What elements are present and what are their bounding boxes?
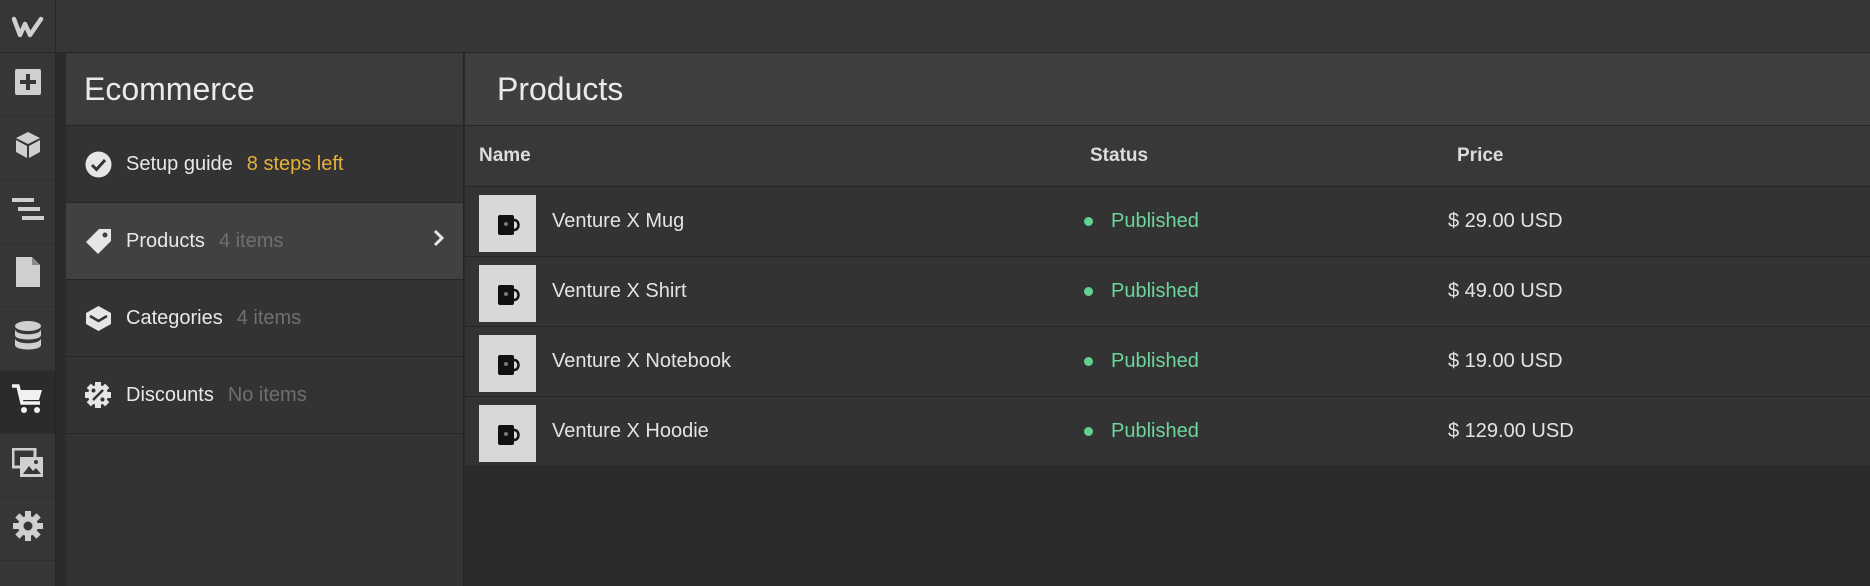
table-row[interactable]: Venture X Notebook Published $ 19.00 USD bbox=[465, 327, 1870, 397]
column-header-name[interactable]: Name bbox=[479, 145, 531, 167]
cms-button[interactable] bbox=[0, 307, 55, 371]
item-count: 4 items bbox=[236, 306, 302, 329]
column-header-price[interactable]: Price bbox=[1457, 145, 1503, 167]
nav-item-label: Categories bbox=[126, 306, 223, 329]
chevron-right-icon bbox=[433, 229, 445, 253]
status-label: Published bbox=[1111, 420, 1199, 442]
cms-database-icon bbox=[14, 320, 42, 357]
product-price: $ 49.00 USD bbox=[1448, 280, 1563, 302]
assets-images-icon bbox=[11, 447, 44, 483]
pages-button[interactable] bbox=[0, 244, 55, 307]
product-price: $ 129.00 USD bbox=[1448, 420, 1574, 442]
products-view: Products Name Status Price Venture X Mug… bbox=[465, 53, 1870, 586]
status-label: Published bbox=[1111, 350, 1199, 372]
mug-image-icon bbox=[497, 354, 520, 375]
discount-badge-icon bbox=[84, 381, 112, 409]
nav-item-label: Discounts bbox=[126, 383, 214, 406]
status-dot bbox=[1084, 287, 1093, 296]
top-bar bbox=[0, 0, 1870, 53]
product-name: Venture X Notebook bbox=[552, 350, 732, 372]
product-name: Venture X Hoodie bbox=[552, 420, 709, 442]
mug-image-icon bbox=[497, 284, 520, 305]
nav-item-label: Products bbox=[126, 229, 205, 252]
status-dot bbox=[1084, 427, 1093, 436]
table-row[interactable]: Venture X Mug Published $ 29.00 USD bbox=[465, 187, 1870, 257]
status-dot bbox=[1084, 357, 1093, 366]
product-thumbnail bbox=[479, 405, 536, 462]
mug-image-icon bbox=[497, 214, 520, 235]
settings-button[interactable] bbox=[0, 498, 55, 561]
steps-left-count: 8 steps left bbox=[246, 152, 344, 175]
mug-image-icon bbox=[497, 424, 520, 445]
status-badge: Published bbox=[1084, 280, 1199, 303]
item-count: 4 items bbox=[218, 229, 284, 252]
left-toolbar bbox=[0, 53, 56, 586]
ecommerce-cart-icon bbox=[11, 383, 45, 420]
box-icon bbox=[13, 130, 43, 165]
product-thumbnail bbox=[479, 335, 536, 392]
assets-button[interactable] bbox=[0, 434, 55, 498]
status-label: Published bbox=[1111, 210, 1199, 232]
nav-item-label: Setup guide bbox=[126, 152, 233, 175]
pages-icon bbox=[15, 256, 41, 293]
product-thumbnail bbox=[479, 195, 536, 252]
page-title: Products bbox=[465, 53, 1870, 126]
product-thumbnail bbox=[479, 265, 536, 322]
check-circle-icon bbox=[84, 150, 112, 178]
table-row[interactable]: Venture X Shirt Published $ 49.00 USD bbox=[465, 257, 1870, 327]
add-icon bbox=[14, 68, 42, 101]
nav-item-setup-guide[interactable]: Setup guide 8 steps left bbox=[66, 126, 463, 203]
status-badge: Published bbox=[1084, 210, 1199, 233]
column-header-status[interactable]: Status bbox=[1090, 145, 1148, 167]
tag-icon bbox=[84, 227, 112, 255]
status-label: Published bbox=[1111, 280, 1199, 302]
status-dot bbox=[1084, 217, 1093, 226]
status-badge: Published bbox=[1084, 420, 1199, 443]
navigator-icon bbox=[11, 196, 44, 227]
item-count: No items bbox=[227, 383, 307, 406]
product-price: $ 19.00 USD bbox=[1448, 350, 1563, 372]
nav-item-products[interactable]: Products 4 items bbox=[66, 203, 463, 280]
symbols-button[interactable] bbox=[0, 117, 55, 180]
product-name: Venture X Shirt bbox=[552, 280, 687, 302]
table-row[interactable]: Venture X Hoodie Published $ 129.00 USD bbox=[465, 397, 1870, 467]
panel-title: Ecommerce bbox=[66, 53, 463, 126]
nav-item-discounts[interactable]: Discounts No items bbox=[66, 357, 463, 434]
settings-gear-icon bbox=[12, 510, 44, 547]
webflow-logo-icon[interactable] bbox=[0, 0, 56, 53]
product-name: Venture X Mug bbox=[552, 210, 685, 232]
ecommerce-panel: Ecommerce Setup guide 8 steps left Produ… bbox=[66, 53, 464, 586]
table-header: Name Status Price bbox=[465, 126, 1870, 187]
ecommerce-button[interactable] bbox=[0, 370, 55, 434]
layers-icon bbox=[84, 304, 112, 332]
navigator-button[interactable] bbox=[0, 180, 55, 244]
add-panel-button[interactable] bbox=[0, 53, 55, 117]
status-badge: Published bbox=[1084, 350, 1199, 373]
nav-item-categories[interactable]: Categories 4 items bbox=[66, 280, 463, 357]
product-price: $ 29.00 USD bbox=[1448, 210, 1563, 232]
